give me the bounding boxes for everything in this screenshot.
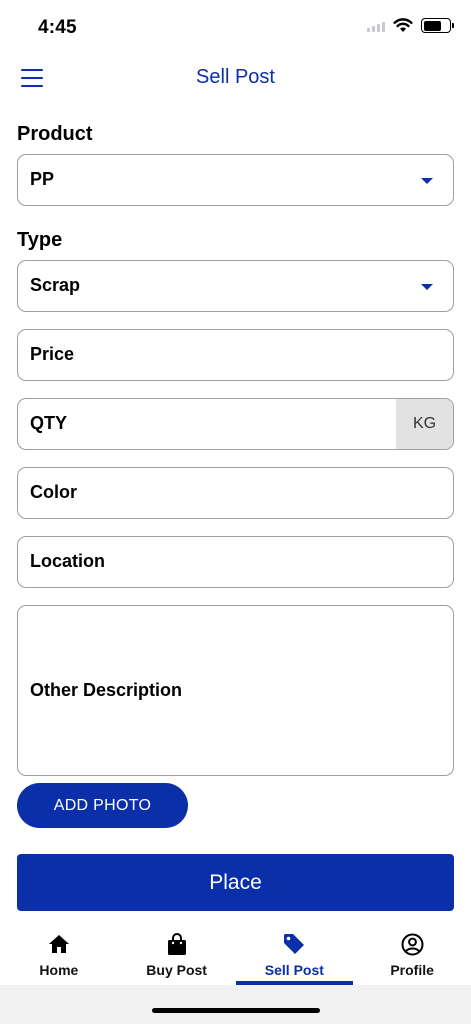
tag-icon <box>284 934 305 954</box>
status-icons <box>367 18 454 33</box>
place-button[interactable]: Place <box>17 854 454 911</box>
dropdown-caret-icon <box>421 178 433 184</box>
nav-item-home[interactable]: Home <box>0 924 118 985</box>
price-input[interactable]: Price <box>17 329 454 381</box>
location-placeholder: Location <box>30 551 105 571</box>
description-textarea[interactable]: Other Description <box>17 605 454 776</box>
add-photo-button[interactable]: ADD PHOTO <box>17 783 188 828</box>
nav-label-home: Home <box>39 962 79 978</box>
description-placeholder: Other Description <box>30 680 183 700</box>
qty-unit-label: KG <box>396 399 453 449</box>
color-placeholder: Color <box>30 482 77 502</box>
wifi-icon <box>393 18 413 32</box>
color-input[interactable]: Color <box>17 467 454 519</box>
dropdown-caret-icon <box>421 284 433 290</box>
shopping-bag-icon <box>167 932 186 955</box>
cellular-signal-icon <box>367 20 385 32</box>
nav-item-sell-post[interactable]: Sell Post <box>235 924 354 985</box>
type-select-value: Scrap <box>30 275 81 295</box>
home-indicator[interactable] <box>152 1008 320 1013</box>
location-input[interactable]: Location <box>17 536 454 588</box>
qty-input[interactable]: QTY KG <box>17 398 454 450</box>
product-label: Product <box>17 123 93 145</box>
nav-label-sell-post: Sell Post <box>264 962 324 978</box>
profile-icon <box>401 933 424 955</box>
battery-icon <box>421 18 454 33</box>
home-icon <box>48 935 69 953</box>
app-header: Sell Post <box>0 56 471 102</box>
nav-item-profile[interactable]: Profile <box>353 924 471 985</box>
sell-post-form: Product PP Type Scrap Price QTY KG Color… <box>17 120 454 776</box>
nav-label-profile: Profile <box>390 962 434 978</box>
type-label: Type <box>17 229 63 251</box>
status-bar: 4:45 <box>0 0 471 56</box>
home-indicator-area <box>0 985 471 1024</box>
page-title: Sell Post <box>196 66 275 88</box>
price-placeholder: Price <box>30 344 75 364</box>
product-select-value: PP <box>30 169 55 189</box>
type-select[interactable]: Scrap <box>17 260 454 312</box>
nav-item-buy-post[interactable]: Buy Post <box>118 924 236 985</box>
nav-label-buy-post: Buy Post <box>146 962 207 978</box>
product-select[interactable]: PP <box>17 154 454 206</box>
qty-placeholder: QTY <box>30 413 68 433</box>
bottom-navigation: Home Buy Post Sell Post Profile <box>0 924 471 985</box>
status-time: 4:45 <box>38 17 77 38</box>
